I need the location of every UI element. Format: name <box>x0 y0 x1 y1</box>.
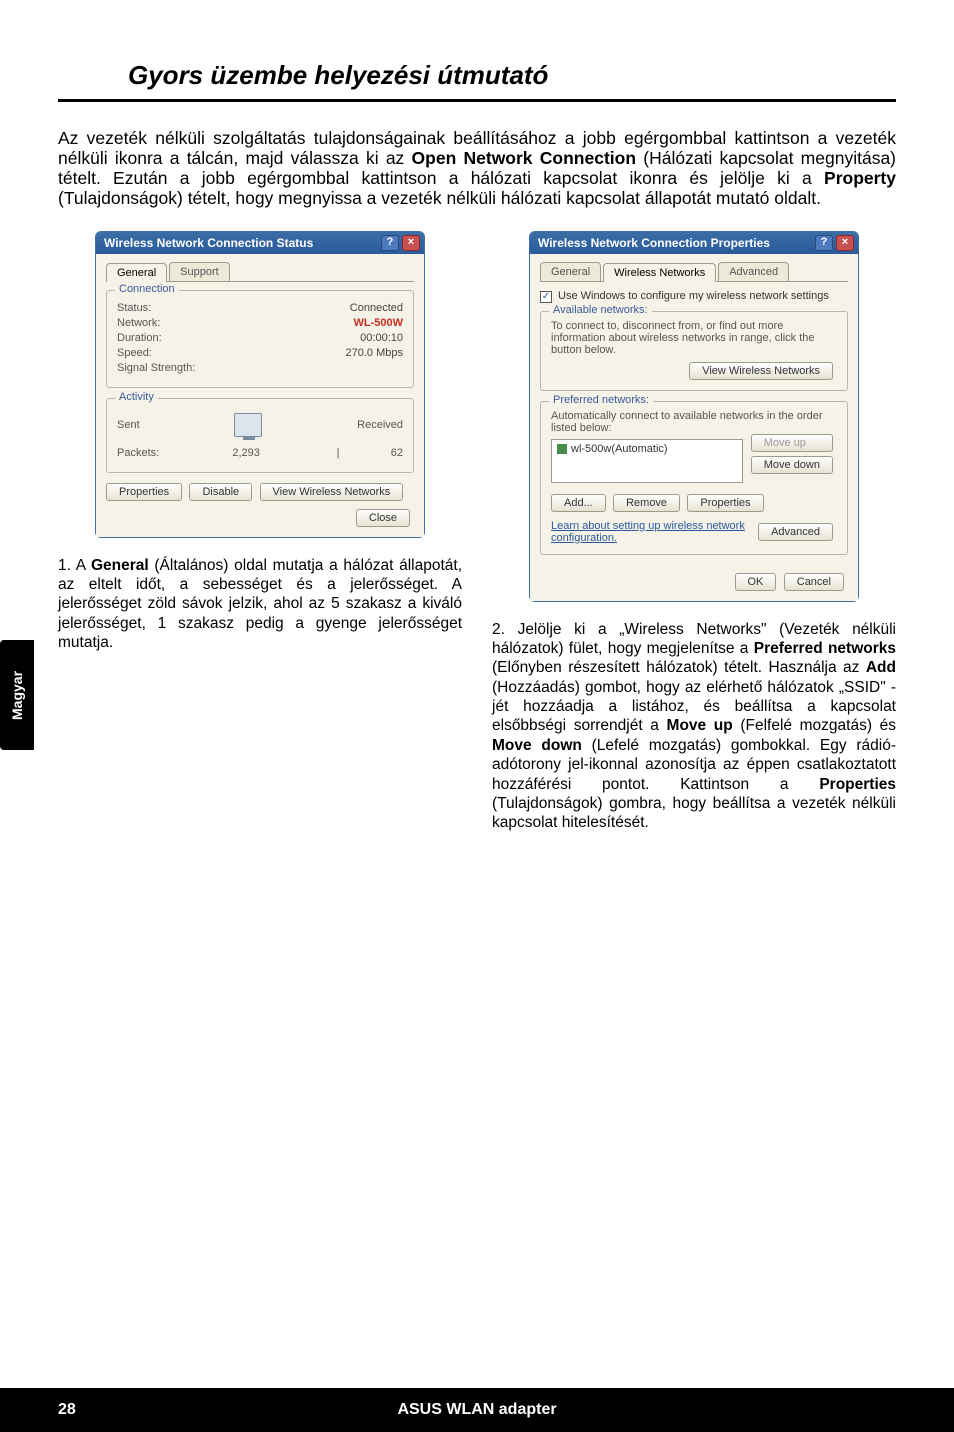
packets-recv-value: 62 <box>343 447 403 459</box>
caption-num: 2. <box>492 621 518 638</box>
page-number: 28 <box>58 1401 118 1419</box>
advanced-button[interactable]: Advanced <box>758 523 833 541</box>
tab-general[interactable]: General <box>540 262 601 281</box>
caption-2: 2. Jelölje ki a „Wireless Networks" (Vez… <box>492 620 896 833</box>
title-rule <box>58 99 896 102</box>
group-connection-label: Connection <box>115 283 179 295</box>
move-up-button[interactable]: Move up <box>751 434 833 452</box>
checkbox-label: Use Windows to configure my wireless net… <box>558 290 829 302</box>
cancel-button[interactable]: Cancel <box>784 573 844 591</box>
ok-button[interactable]: OK <box>735 573 777 591</box>
intro-bold-1: Open Network Connection <box>412 148 636 168</box>
preferred-desc: Automatically connect to available netwo… <box>551 410 837 434</box>
tab-advanced[interactable]: Advanced <box>718 262 789 281</box>
tab-wireless-networks[interactable]: Wireless Networks <box>603 263 716 282</box>
close-button[interactable]: Close <box>356 509 410 527</box>
network-label: Network: <box>117 317 160 329</box>
sent-label: Sent <box>117 419 140 431</box>
caption-bold: Add <box>866 659 896 676</box>
properties-dialog: Wireless Network Connection Properties ?… <box>529 231 859 602</box>
caption-text: (Tulajdonságok) gombra, hogy beállítsa a… <box>492 795 896 831</box>
access-point-icon <box>557 444 567 454</box>
view-networks-button[interactable]: View Wireless Networks <box>260 483 404 501</box>
caption-num: 1. <box>58 557 76 574</box>
list-item-label: wl-500w(Automatic) <box>571 443 668 455</box>
footer-product: ASUS WLAN adapter <box>118 1401 836 1419</box>
use-windows-checkbox[interactable]: ✓ Use Windows to configure my wireless n… <box>540 290 848 303</box>
caption-text: (Felfelé mozgatás) és <box>733 717 896 734</box>
tab-general[interactable]: General <box>106 263 167 282</box>
close-icon[interactable]: × <box>836 235 854 251</box>
caption-bold: Move down <box>492 737 582 754</box>
tab-support[interactable]: Support <box>169 262 230 281</box>
page-title: Gyors üzembe helyezési útmutató <box>128 60 896 91</box>
help-icon[interactable]: ? <box>815 235 833 251</box>
view-networks-button[interactable]: View Wireless Networks <box>689 362 833 380</box>
status-label: Status: <box>117 302 151 314</box>
side-language-tab: Magyar <box>0 640 34 750</box>
intro-bold-2: Property <box>824 168 896 188</box>
learn-link[interactable]: Learn about setting up wireless network … <box>551 520 750 544</box>
duration-label: Duration: <box>117 332 162 344</box>
group-activity-label: Activity <box>115 391 158 403</box>
received-label: Received <box>357 419 403 431</box>
signal-label: Signal Strength: <box>117 362 195 374</box>
packets-label: Packets: <box>117 447 159 459</box>
caption-bold: Properties <box>819 776 896 793</box>
page-footer: 28 ASUS WLAN adapter <box>0 1388 954 1432</box>
list-item[interactable]: wl-500w(Automatic) <box>557 443 737 455</box>
dialog-title: Wireless Network Connection Properties <box>538 236 770 250</box>
add-button[interactable]: Add... <box>551 494 606 512</box>
monitor-icon <box>234 413 262 437</box>
close-icon[interactable]: × <box>402 235 420 251</box>
dialog-title: Wireless Network Connection Status <box>104 236 313 250</box>
caption-bold: General <box>91 557 149 574</box>
remove-button[interactable]: Remove <box>613 494 680 512</box>
status-value: Connected <box>350 302 403 314</box>
disable-button[interactable]: Disable <box>189 483 252 501</box>
group-preferred-label: Preferred networks: <box>549 394 653 406</box>
caption-1: 1. A General (Általános) oldal mutatja a… <box>58 556 462 653</box>
available-desc: To connect to, disconnect from, or find … <box>551 320 837 356</box>
caption-bold: Move up <box>667 717 733 734</box>
checkbox-icon: ✓ <box>540 291 552 303</box>
caption-text: (Előnyben részesített hálózatok) tételt.… <box>492 659 866 676</box>
move-down-button[interactable]: Move down <box>751 456 833 474</box>
speed-value: 270.0 Mbps <box>346 347 403 359</box>
packets-sent-value: 2,293 <box>159 447 333 459</box>
help-icon[interactable]: ? <box>381 235 399 251</box>
intro-paragraph: Az vezeték nélküli szolgáltatás tulajdon… <box>58 128 896 209</box>
network-value: WL-500W <box>354 317 404 329</box>
duration-value: 00:00:10 <box>360 332 403 344</box>
speed-label: Speed: <box>117 347 152 359</box>
group-available-label: Available networks: <box>549 304 652 316</box>
caption-text: A <box>76 557 91 574</box>
caption-bold: Preferred networks <box>754 640 896 657</box>
properties-button[interactable]: Properties <box>687 494 763 512</box>
preferred-listbox[interactable]: wl-500w(Automatic) <box>551 439 743 483</box>
properties-button[interactable]: Properties <box>106 483 182 501</box>
status-dialog: Wireless Network Connection Status ? × G… <box>95 231 425 538</box>
intro-text: (Tulajdonságok) tételt, hogy megnyissa a… <box>58 188 821 208</box>
